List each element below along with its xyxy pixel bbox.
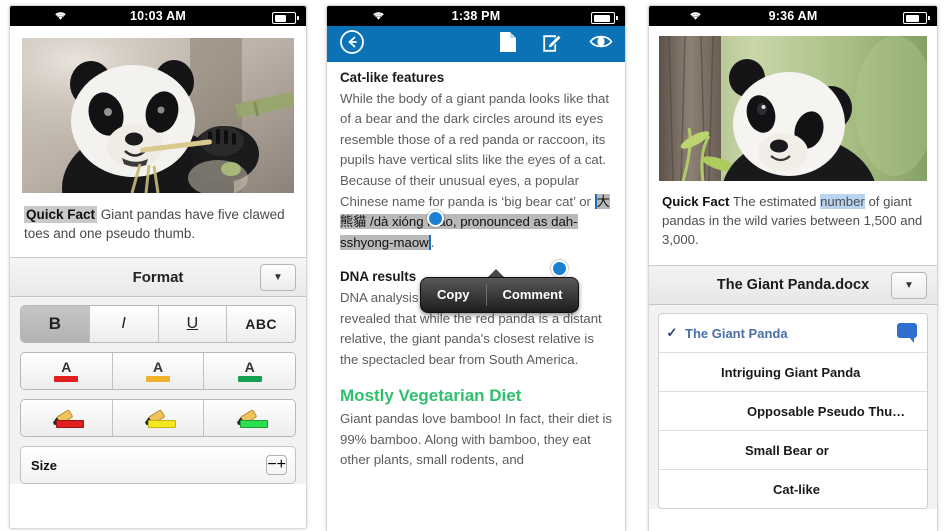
battery-icon	[903, 12, 930, 24]
font-color-red-button[interactable]: A	[21, 353, 113, 389]
wifi-icon	[688, 10, 703, 24]
reader-toolbar	[327, 26, 625, 62]
font-color-red-icon: A	[54, 360, 79, 382]
selection-handle-end[interactable]	[551, 260, 568, 277]
size-increase-button[interactable]: +	[277, 456, 286, 474]
quick-fact-paragraph: Quick Fact The estimated number of giant…	[649, 181, 937, 265]
section-body-diet: Giant pandas love bamboo! In fact, their…	[340, 410, 612, 468]
outline-item-intriguing-giant-panda[interactable]: Intriguing Giant Panda	[659, 353, 927, 392]
bold-button[interactable]: B	[21, 306, 90, 342]
outline-item-label: Intriguing Giant Panda	[721, 364, 861, 380]
status-bar: 10:03 AM	[10, 6, 306, 26]
highlighted-word[interactable]: number	[820, 194, 865, 209]
document-preview: Quick Fact Giant pandas have five clawed…	[10, 38, 306, 257]
font-color-yellow-icon: A	[146, 360, 170, 382]
battery-icon	[272, 12, 299, 24]
outline-panel: ✓ The Giant Panda Intriguing Giant Panda…	[649, 305, 937, 509]
selection-context-menu: Copy Comment	[420, 277, 580, 313]
quick-fact-tag: Quick Fact	[24, 206, 98, 223]
wifi-icon	[53, 10, 68, 24]
outline-item-the-giant-panda[interactable]: ✓ The Giant Panda	[659, 314, 927, 353]
battery-icon	[591, 12, 618, 24]
highlighter-green-icon	[232, 408, 268, 428]
font-color-group: A A A	[20, 352, 296, 390]
format-title: Format	[132, 268, 184, 286]
highlight-yellow-button[interactable]	[112, 400, 205, 436]
status-clock: 10:03 AM	[129, 9, 187, 23]
copy-button[interactable]: Copy	[421, 285, 486, 306]
check-icon: ✓	[666, 325, 678, 340]
font-size-row: Size − +	[20, 446, 296, 484]
phone-panel-outline: 9:36 AM Quick Fact The estimated number …	[648, 5, 938, 531]
highlight-red-button[interactable]	[21, 400, 113, 436]
phone-panel-format: 10:03 AM Quick Fact Giant pandas have fi…	[9, 5, 307, 529]
status-bar: 1:38 PM	[327, 6, 625, 26]
status-clock: 1:38 PM	[451, 9, 501, 23]
format-panel: B I U ABC A A A Size − +	[10, 297, 306, 484]
document-title: The Giant Panda.docx	[716, 277, 870, 293]
phone-panel-reader: 1:38 PM Cat-like features While the body…	[326, 5, 626, 531]
outline-item-label: Opposable Pseudo Thu…	[747, 403, 906, 419]
status-bar: 9:36 AM	[649, 6, 937, 26]
panda-photo	[22, 38, 294, 193]
font-color-green-button[interactable]: A	[204, 353, 295, 389]
quick-fact-paragraph: Quick Fact Giant pandas have five clawed…	[10, 193, 306, 257]
section-heading-cat-like: Cat-like features	[340, 70, 445, 85]
outline-item-opposable-pseudo-thumb[interactable]: Opposable Pseudo Thu…	[659, 392, 927, 431]
eye-icon[interactable]	[589, 33, 613, 55]
size-stepper: − +	[266, 455, 287, 475]
section-heading-diet: Mostly Vegetarian Diet	[340, 386, 522, 406]
wifi-icon	[371, 10, 386, 24]
font-color-green-icon: A	[237, 360, 262, 382]
underline-button[interactable]: U	[158, 306, 228, 342]
edit-pencil-icon[interactable]	[543, 32, 563, 57]
highlighter-yellow-icon	[140, 408, 176, 428]
chevron-down-icon: ▼	[273, 272, 283, 283]
size-label: Size	[31, 457, 58, 473]
highlighter-group	[20, 399, 296, 437]
document-title-bar: The Giant Panda.docx ▼	[649, 265, 937, 305]
outline-collapse-button[interactable]: ▼	[891, 272, 927, 299]
quick-fact-pre: The estimated	[729, 194, 821, 209]
document-icon[interactable]	[499, 31, 517, 58]
quick-fact-tag: Quick Fact	[662, 194, 730, 209]
format-toolbar-header: Format ▼	[10, 257, 306, 297]
highlighter-red-icon	[48, 408, 85, 428]
reader-body: Cat-like features While the body of a gi…	[327, 62, 625, 471]
outline-item-cat-like[interactable]: Cat-like	[659, 470, 927, 508]
outline-list: ✓ The Giant Panda Intriguing Giant Panda…	[658, 313, 928, 509]
baby-panda-photo	[659, 36, 927, 181]
outline-item-label: The Giant Panda	[685, 325, 788, 341]
outline-item-label: Small Bear or	[745, 442, 829, 458]
chevron-down-icon: ▼	[904, 280, 914, 291]
section-body-cat-like: While the body of a giant panda looks li…	[340, 90, 610, 250]
font-color-yellow-button[interactable]: A	[112, 353, 205, 389]
highlight-green-button[interactable]	[204, 400, 295, 436]
format-collapse-button[interactable]: ▼	[260, 264, 296, 291]
italic-button[interactable]: I	[89, 306, 159, 342]
text-style-group: B I U ABC	[20, 305, 296, 343]
comment-bubble-icon[interactable]	[897, 323, 917, 343]
strikethrough-button[interactable]: ABC	[227, 306, 295, 342]
status-clock: 9:36 AM	[768, 9, 818, 23]
screenshot-stage: 10:03 AM Quick Fact Giant pandas have fi…	[0, 0, 944, 531]
outline-item-label: Cat-like	[773, 481, 820, 497]
comment-button[interactable]: Comment	[487, 285, 579, 306]
back-arrow-icon[interactable]	[339, 29, 365, 60]
outline-item-small-bear-or[interactable]: Small Bear or	[659, 431, 927, 470]
size-decrease-button[interactable]: −	[267, 456, 276, 474]
selection-handle-start[interactable]	[427, 210, 444, 227]
